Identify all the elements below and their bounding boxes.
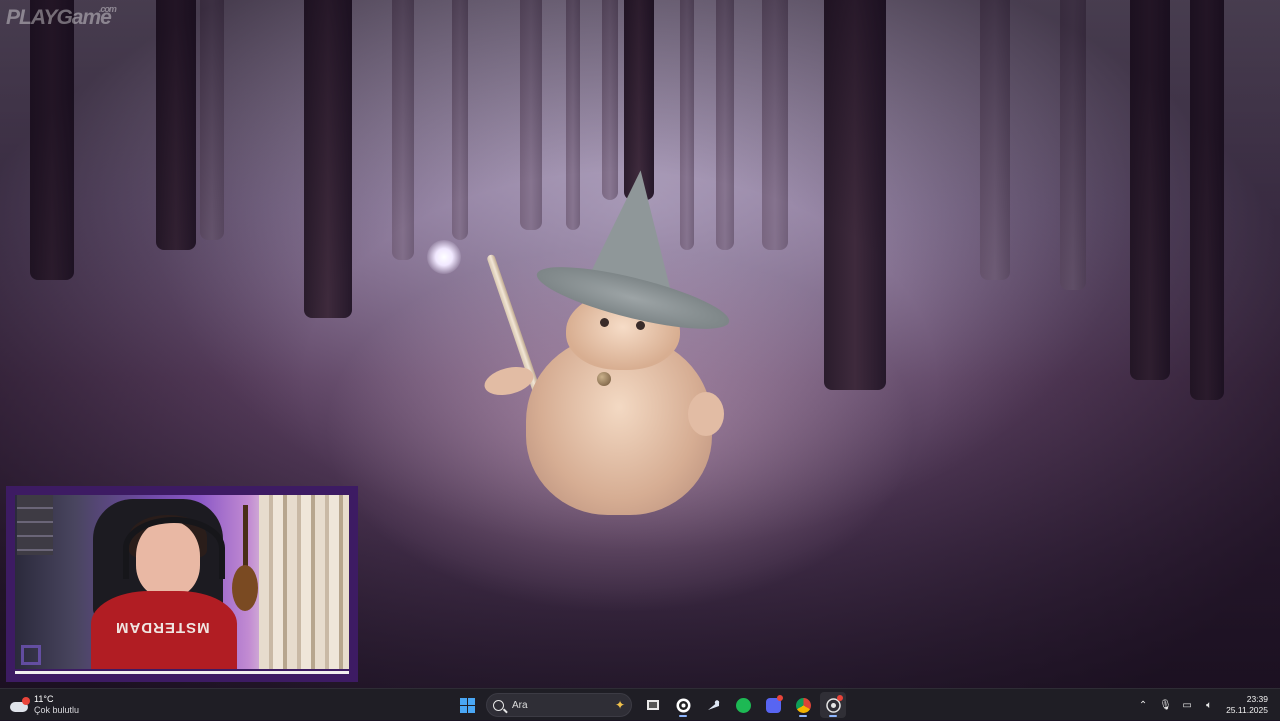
running-indicator: [829, 715, 837, 717]
microphone-icon[interactable]: 🎙︎: [1159, 700, 1172, 711]
shirt-print: MSTERDAM: [115, 619, 210, 636]
webcam-overlay: MSTERDAM: [6, 486, 358, 682]
search-box[interactable]: Ara ✦: [486, 693, 632, 717]
taskbar-app-steam[interactable]: [700, 692, 726, 718]
watermark-brand: PLAYGame: [6, 6, 112, 29]
taskbar-app-chrome[interactable]: [790, 692, 816, 718]
guitar: [232, 565, 258, 611]
weather-condition: Çok bulutlu: [34, 705, 80, 715]
cloud-icon: [10, 697, 30, 713]
steam-icon: [707, 699, 719, 710]
taskbar-app-obs-studio[interactable]: [670, 692, 696, 718]
copilot-sparkle-icon: ✦: [614, 698, 625, 712]
clock[interactable]: 23:39 25.11.2025: [1226, 694, 1268, 716]
taskbar: 11°C Çok bulutlu Ara ✦ ⌃ 🎙︎ ▭ 🔈︎ 23:39 2…: [0, 688, 1280, 720]
notification-badge: [777, 695, 783, 701]
curtain: [259, 495, 349, 669]
bookshelf: [17, 495, 53, 555]
weather-temperature: 11°C: [34, 694, 54, 704]
taskbar-apps: Ara ✦: [452, 692, 848, 718]
headset: [123, 517, 225, 579]
search-icon: [493, 699, 504, 711]
task-view-button[interactable]: [640, 692, 666, 718]
taskbar-app-discord[interactable]: [760, 692, 786, 718]
taskbar-app-spotify[interactable]: [730, 692, 756, 718]
watermark-suffix: .com: [98, 4, 117, 14]
spotify-icon: [735, 697, 751, 713]
chevron-up-icon[interactable]: ⌃: [1137, 700, 1149, 711]
network-icon[interactable]: ▭: [1181, 700, 1193, 711]
chrome-icon: [795, 697, 811, 713]
start-button[interactable]: [454, 692, 480, 718]
running-indicator: [799, 715, 807, 717]
windows-icon: [459, 697, 475, 713]
clock-date: 25.11.2025: [1226, 705, 1268, 715]
overlay-logo-icon: [21, 645, 41, 665]
search-label: Ara: [512, 699, 528, 711]
recording-badge: [837, 695, 843, 701]
obs-icon: [676, 698, 690, 712]
clock-time: 23:39: [1246, 694, 1268, 704]
volume-icon[interactable]: 🔈︎: [1203, 700, 1215, 711]
task-view-icon: [647, 700, 659, 710]
watermark-logo: PLAYGame.com: [6, 4, 117, 30]
guitar-neck: [243, 505, 248, 569]
weather-widget[interactable]: 11°C Çok bulutlu: [10, 692, 79, 718]
webcam-feed: MSTERDAM: [15, 495, 349, 669]
webcam-bottom-bar: [15, 671, 349, 674]
taskbar-app-obs-recording[interactable]: [820, 692, 846, 718]
system-tray: ⌃ 🎙︎ ▭ 🔈︎ 23:39 25.11.2025: [1132, 689, 1280, 721]
running-indicator: [679, 715, 687, 717]
